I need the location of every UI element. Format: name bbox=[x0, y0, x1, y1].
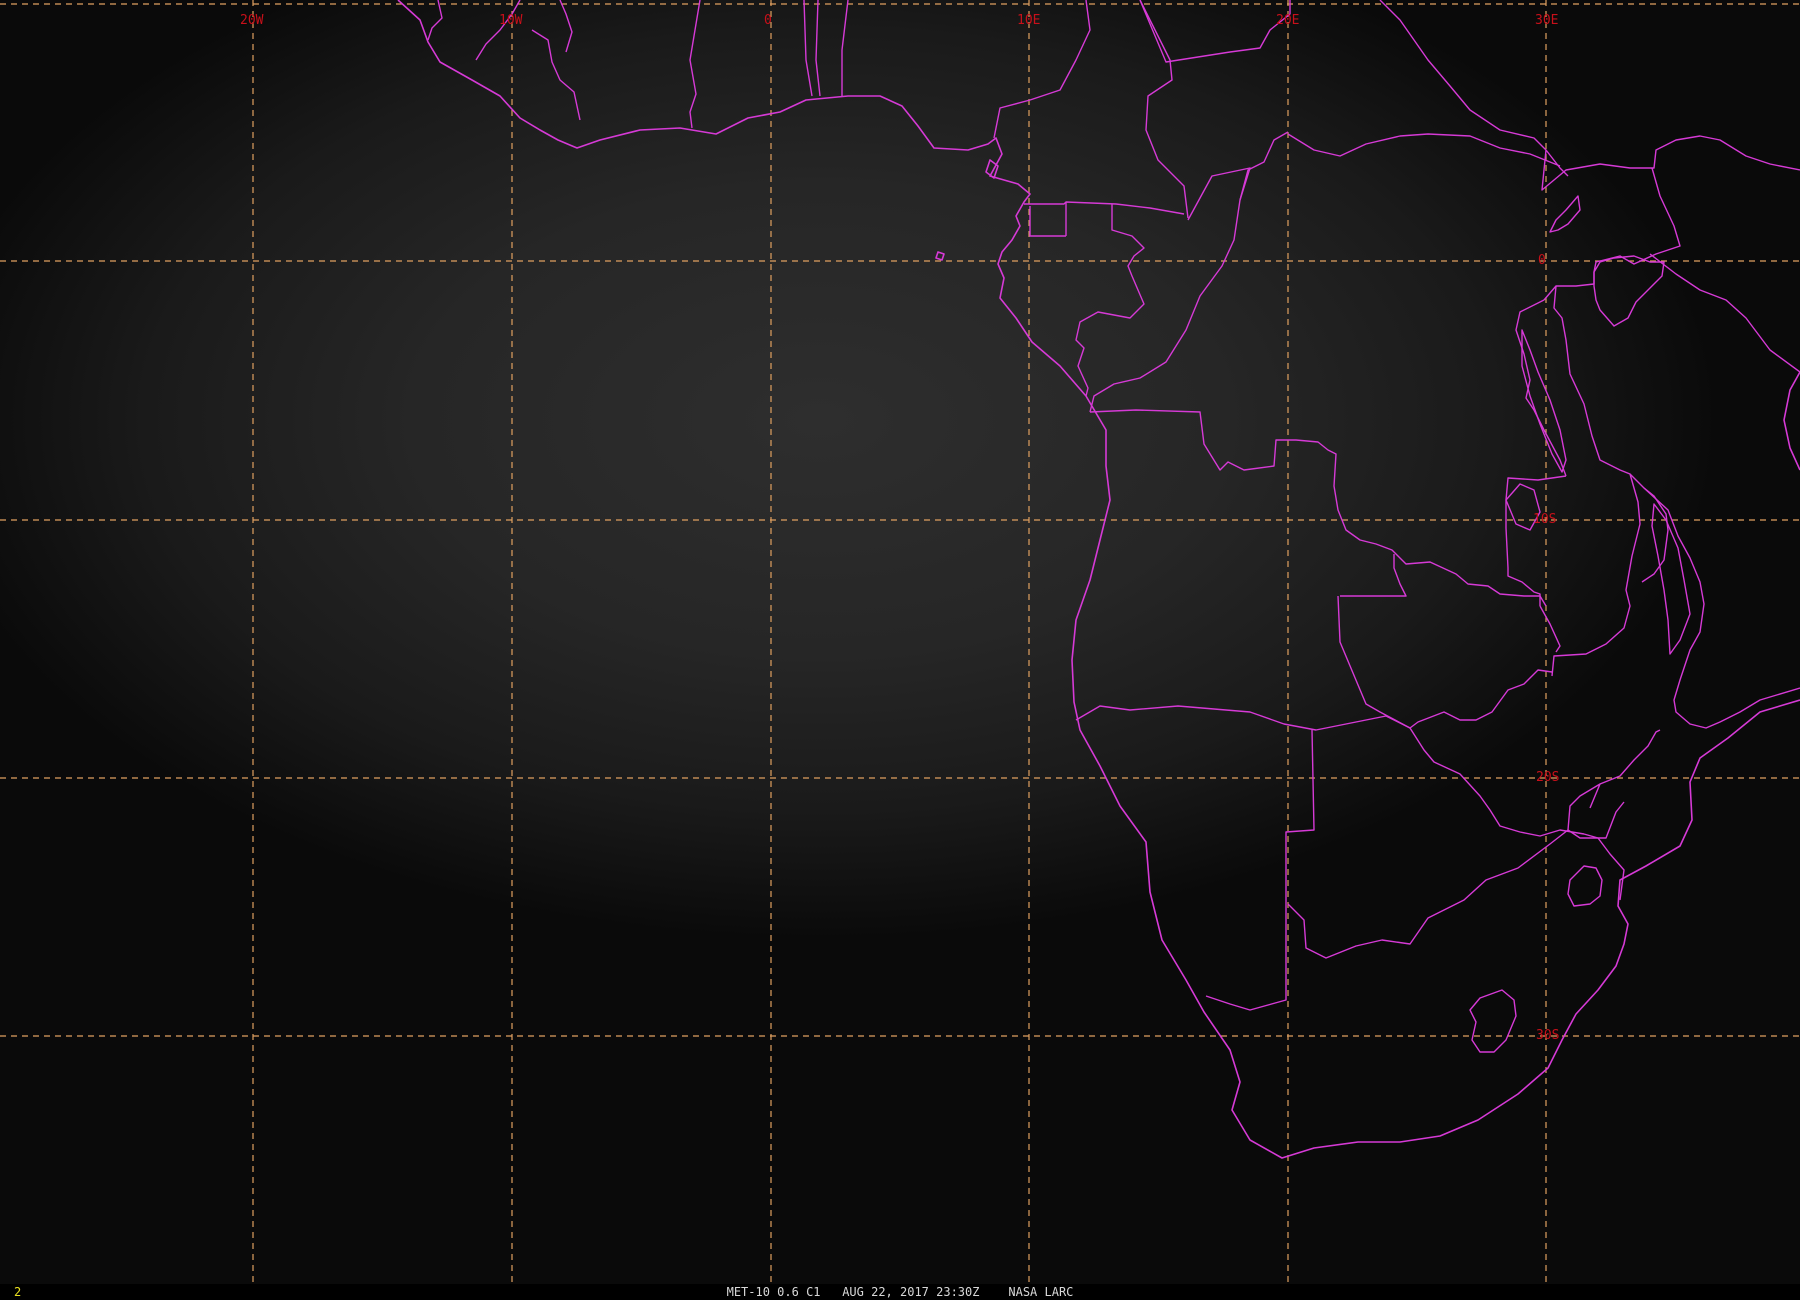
longitude-label: 20W bbox=[240, 13, 264, 28]
border bbox=[815, 0, 821, 97]
madagascar-coast bbox=[1783, 371, 1800, 471]
longitude-label: 20E bbox=[1276, 13, 1299, 28]
longitude-label: 30E bbox=[1535, 13, 1558, 28]
lake-albert bbox=[1549, 195, 1581, 233]
border bbox=[1139, 0, 1189, 219]
graticule bbox=[0, 0, 1800, 1284]
border bbox=[1515, 299, 1567, 477]
border bbox=[1075, 204, 1145, 397]
border bbox=[1139, 0, 1291, 63]
longitude-label: 0 bbox=[764, 13, 772, 28]
map-canvas: 20W 10W 0 10E 20E 30E 0 10S 20S 30S bbox=[0, 0, 1800, 1284]
border bbox=[559, 0, 573, 53]
bioko-island bbox=[985, 159, 999, 179]
map-viewer: 20W 10W 0 10E 20E 30E 0 10S 20S 30S 2 ME… bbox=[0, 0, 1800, 1300]
border bbox=[531, 29, 581, 121]
border bbox=[689, 0, 701, 129]
sao-tome-island bbox=[935, 251, 945, 261]
border bbox=[1543, 167, 1681, 301]
west-africa-coast bbox=[397, 0, 1800, 1159]
lake-victoria bbox=[1593, 255, 1665, 327]
lesotho-border bbox=[1469, 989, 1517, 1053]
latitude-label: 20S bbox=[1536, 770, 1559, 785]
lake-malawi bbox=[1651, 503, 1691, 655]
border bbox=[993, 0, 1091, 139]
coastline bbox=[397, 0, 1800, 1159]
border bbox=[427, 0, 443, 41]
longitude-labels: 20W 10W 0 10E 20E 30E bbox=[240, 13, 1558, 28]
border bbox=[1567, 865, 1603, 907]
border bbox=[1205, 729, 1315, 1011]
border bbox=[1287, 133, 1561, 167]
border bbox=[803, 0, 813, 97]
border bbox=[1553, 285, 1669, 583]
border bbox=[1539, 605, 1561, 653]
border bbox=[1551, 473, 1641, 677]
latitude-label: 0 bbox=[1538, 253, 1546, 268]
border bbox=[1239, 131, 1289, 201]
border bbox=[1287, 801, 1625, 959]
border bbox=[1567, 729, 1661, 831]
border bbox=[1024, 201, 1185, 215]
border bbox=[1075, 705, 1411, 731]
border bbox=[475, 0, 521, 61]
border bbox=[1541, 135, 1800, 191]
border bbox=[1340, 554, 1407, 597]
border bbox=[841, 0, 849, 96]
longitude-label: 10W bbox=[499, 13, 523, 28]
border bbox=[1649, 253, 1800, 373]
border bbox=[1337, 595, 1553, 729]
borders bbox=[427, 0, 1800, 1053]
satellite-map[interactable]: 20W 10W 0 10E 20E 30E 0 10S 20S 30S bbox=[0, 0, 1800, 1284]
latitude-label: 10S bbox=[1533, 512, 1556, 527]
longitude-label: 10E bbox=[1017, 13, 1040, 28]
image-caption: MET-10 0.6 C1 AUG 22, 2017 23:30Z NASA L… bbox=[726, 1285, 1074, 1299]
border bbox=[1089, 409, 1547, 607]
border bbox=[1029, 206, 1066, 237]
status-bar: 2 MET-10 0.6 C1 AUG 22, 2017 23:30Z NASA… bbox=[0, 1284, 1800, 1300]
latitude-label: 30S bbox=[1536, 1028, 1559, 1043]
